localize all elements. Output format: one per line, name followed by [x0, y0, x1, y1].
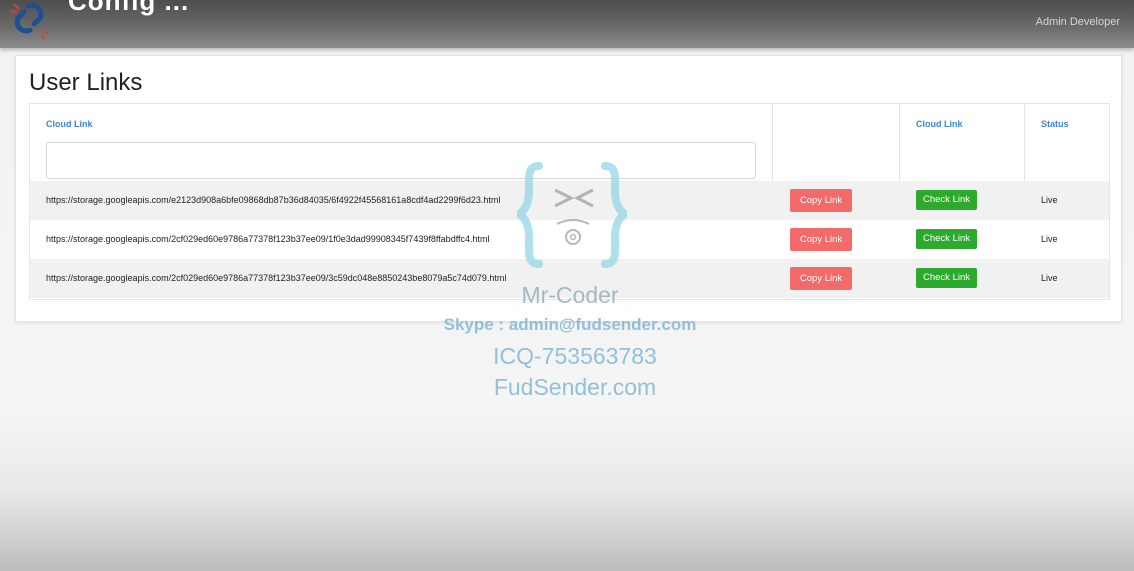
copy-link-button[interactable]: Copy Link — [790, 267, 852, 290]
table-row: https://storage.googleapis.com/2cf029ed6… — [30, 220, 1109, 259]
header-cloud-link-check[interactable]: Cloud Link — [916, 119, 963, 129]
check-link-button[interactable]: Check Link — [916, 268, 977, 288]
status-text: Live — [1041, 195, 1058, 205]
user-menu[interactable]: Admin Developer — [1036, 16, 1120, 28]
column-divider — [772, 104, 773, 181]
copy-link-button[interactable]: Copy Link — [790, 228, 852, 251]
top-navbar: Config ... Admin Developer — [0, 0, 1134, 48]
check-link-button[interactable]: Check Link — [916, 229, 977, 249]
watermark-icq: ICQ-753563783 — [493, 343, 657, 369]
column-divider — [899, 104, 900, 181]
broken-link-logo-icon[interactable] — [8, 0, 54, 40]
copy-link-button[interactable]: Copy Link — [790, 189, 852, 212]
link-url: https://storage.googleapis.com/2cf029ed6… — [46, 234, 490, 244]
check-link-button[interactable]: Check Link — [916, 190, 977, 210]
cloud-link-filter-input[interactable] — [46, 142, 756, 179]
app-title: Config ... — [68, 0, 190, 16]
header-cloud-link[interactable]: Cloud Link — [46, 119, 93, 129]
page-title: User Links — [29, 69, 143, 96]
link-url: https://storage.googleapis.com/e2123d908… — [46, 195, 501, 205]
watermark-site: FudSender.com — [493, 374, 657, 400]
status-text: Live — [1041, 234, 1058, 244]
links-table: Cloud Link Cloud Link Status https://sto… — [29, 103, 1110, 300]
table-row: https://storage.googleapis.com/2cf029ed6… — [30, 259, 1109, 298]
user-links-panel: User Links Cloud Link Cloud Link Status … — [15, 55, 1122, 322]
header-status[interactable]: Status — [1041, 119, 1069, 129]
column-divider — [1024, 104, 1025, 181]
link-url: https://storage.googleapis.com/2cf029ed6… — [46, 273, 507, 283]
status-text: Live — [1041, 273, 1058, 283]
table-row: https://storage.googleapis.com/e2123d908… — [30, 181, 1109, 220]
